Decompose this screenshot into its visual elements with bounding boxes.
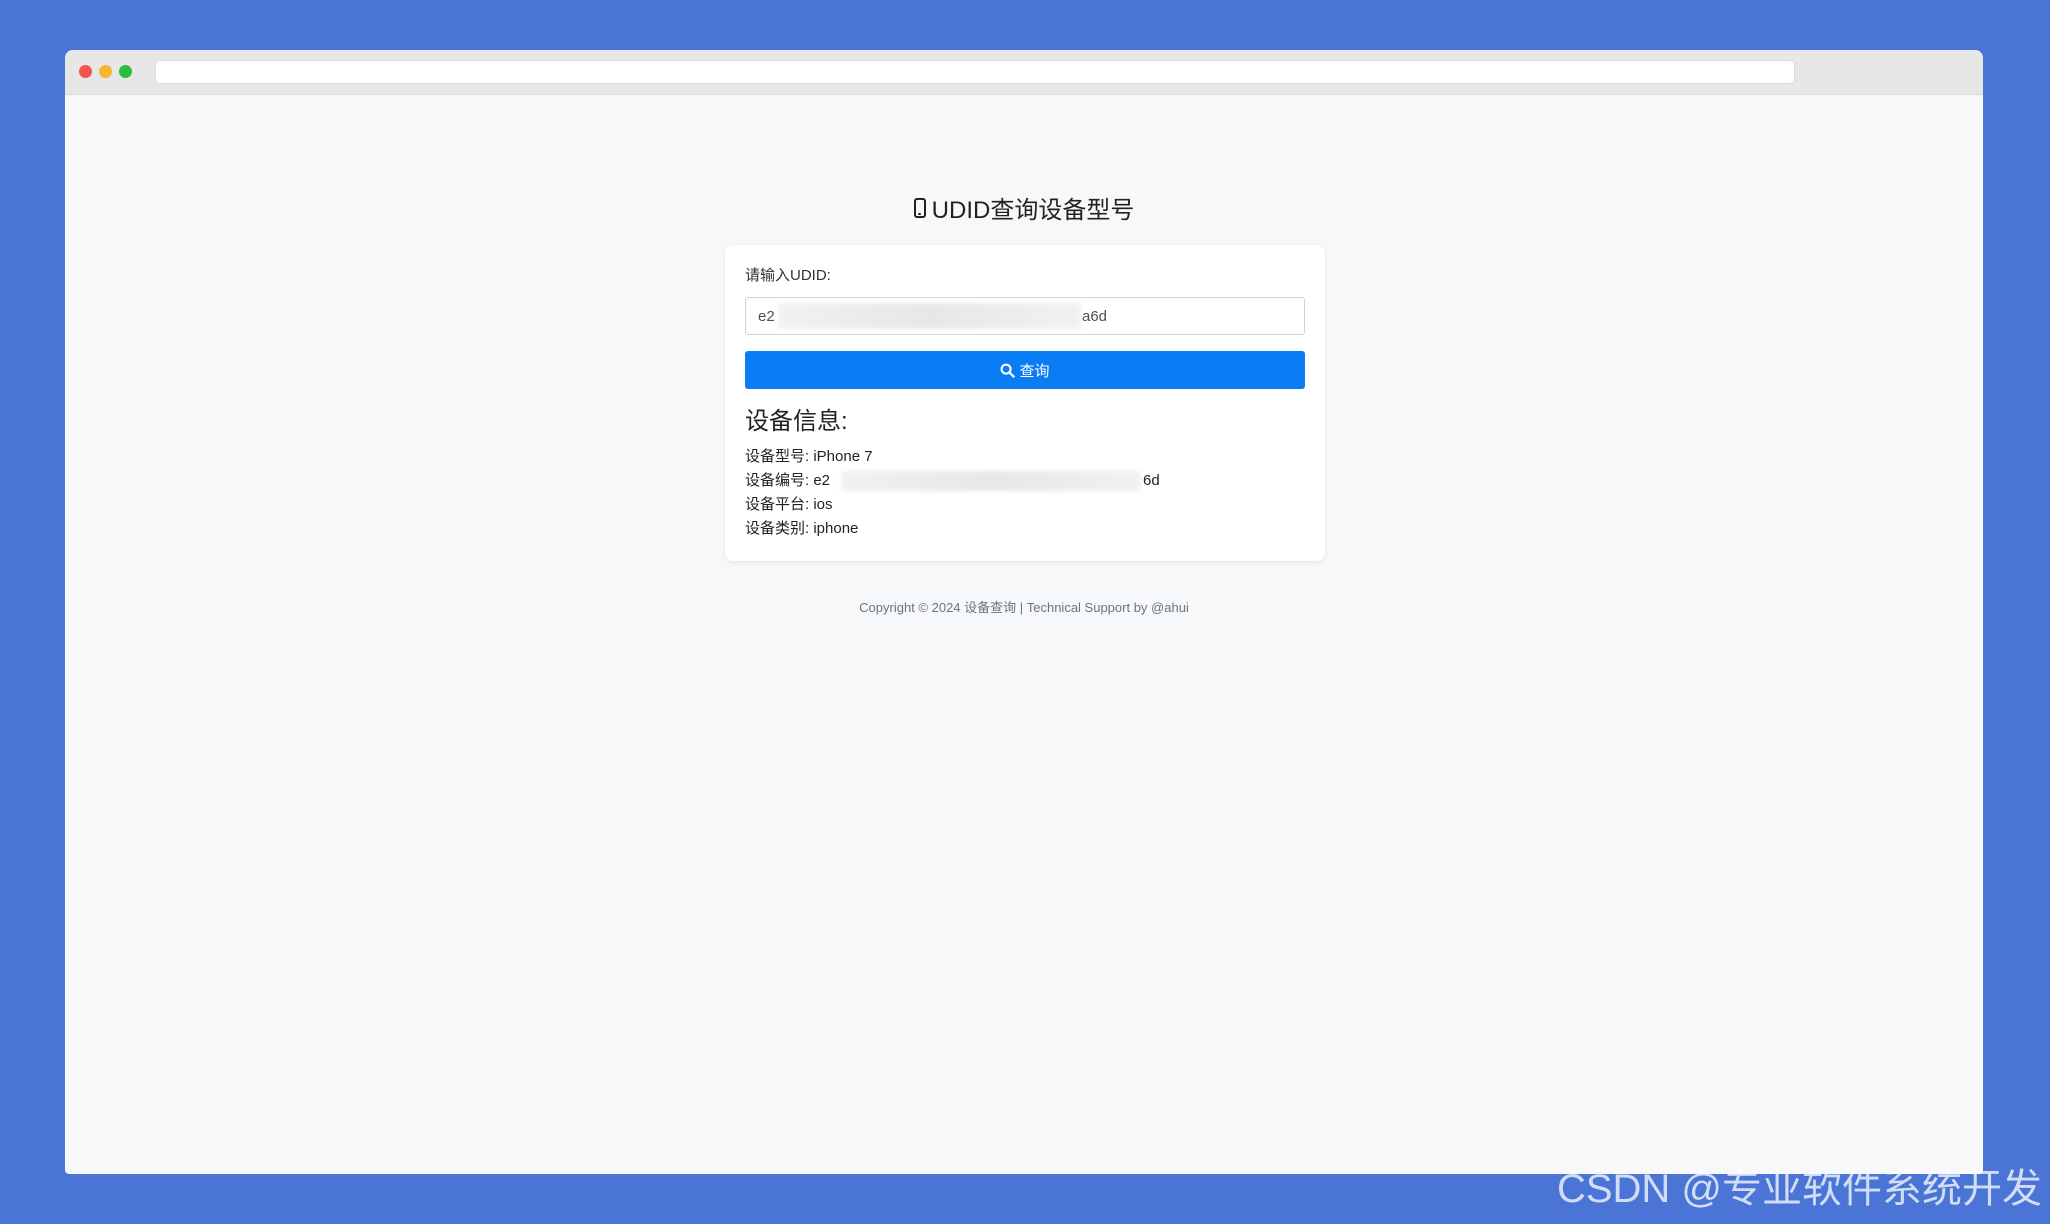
udid-field-label: 请输入UDID:: [745, 267, 831, 284]
udid-redaction-mask: [779, 303, 1081, 329]
udid-input-wrapper: e2 a6d: [745, 297, 1305, 335]
query-button[interactable]: 查询: [745, 351, 1305, 389]
page-title: UDID查询设备型号: [65, 190, 1983, 225]
minimize-window-button[interactable]: [99, 65, 112, 78]
device-platform-value: ios: [813, 496, 833, 513]
search-icon: [1000, 363, 1016, 378]
device-platform-label: 设备平台:: [745, 496, 810, 513]
query-button-label: 查询: [1019, 362, 1050, 380]
device-info-heading: 设备信息:: [745, 408, 848, 435]
device-number-redaction-mask: [841, 471, 1141, 491]
close-window-button[interactable]: [79, 65, 92, 78]
query-card: 请输入UDID: e2 a6d 查询 设备信息: 设备型号: iPhone 7 …: [725, 245, 1325, 561]
device-category-value: iphone: [813, 520, 859, 537]
device-info-row-platform: 设备平台: ios: [745, 493, 1305, 517]
browser-toolbar: [65, 50, 1983, 95]
device-number-value-end: 6d: [1143, 472, 1160, 489]
footer: Copyright © 2024 设备查询 | Technical Suppor…: [859, 600, 1189, 615]
device-model-value: iPhone 7: [813, 448, 873, 465]
udid-input-value-start: e2: [758, 307, 775, 325]
device-number-label: 设备编号:: [745, 472, 810, 489]
address-bar[interactable]: [155, 60, 1795, 84]
device-info-row-category: 设备类别: iphone: [745, 517, 1305, 541]
mobile-phone-icon: [913, 197, 926, 218]
device-number-value-start: e2: [813, 472, 831, 489]
watermark: CSDN @专业软件系统开发: [1556, 1167, 2042, 1211]
maximize-window-button[interactable]: [119, 65, 132, 78]
udid-input-value-end: a6d: [1082, 307, 1108, 325]
device-info-row-model: 设备型号: iPhone 7: [745, 445, 1305, 469]
browser-window: UDID查询设备型号 请输入UDID: e2 a6d 查询 设备信息: 设备型号…: [65, 50, 1983, 1174]
device-info-list: 设备型号: iPhone 7 设备编号: e2 6d 设备平台: ios 设备类…: [745, 445, 1305, 541]
device-model-label: 设备型号:: [745, 448, 810, 465]
page-title-text: UDID查询设备型号: [931, 197, 1135, 224]
device-info-row-number: 设备编号: e2 6d: [745, 469, 1305, 493]
page-content: UDID查询设备型号 请输入UDID: e2 a6d 查询 设备信息: 设备型号…: [65, 95, 1983, 1174]
device-category-label: 设备类别:: [745, 520, 810, 537]
